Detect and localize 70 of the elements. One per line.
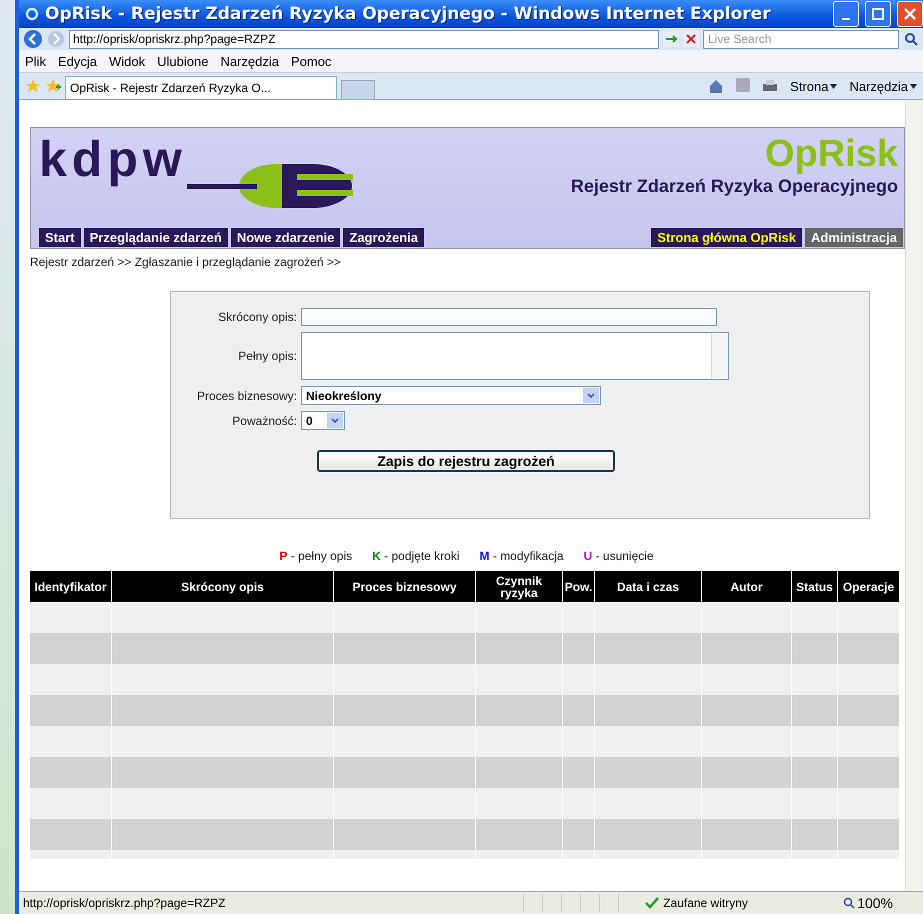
- app-subtitle: Rejestr Zdarzeń Ryzyka Operacyjnego: [570, 176, 898, 197]
- nav-link[interactable]: Nowe zdarzenie: [230, 228, 340, 247]
- nav-link[interactable]: Administracja: [805, 228, 903, 247]
- column-header: Pow.: [563, 571, 595, 602]
- column-header: Identyfikator: [30, 571, 112, 602]
- browser-logo-icon: [25, 7, 39, 21]
- browser-tab[interactable]: OpRisk - Rejestr Zdarzeń Ryzyka O...: [65, 76, 337, 99]
- tools-menu-button[interactable]: Narzędzia: [849, 78, 917, 94]
- refresh-icon[interactable]: [663, 31, 679, 47]
- breadcrumb: Rejestr zdarzeń >> Zgłaszanie i przeglądanie zagrożeń >>: [30, 254, 342, 269]
- column-header: Autor: [702, 571, 792, 602]
- page-menu-button[interactable]: Strona: [790, 78, 838, 94]
- window-title: OpRisk - Rejestr Zdarzeń Ryzyka Operacyjnego - Windows Internet Explorer: [45, 4, 772, 24]
- short-description-field[interactable]: [301, 308, 717, 326]
- add-favorite-icon[interactable]: [45, 78, 61, 94]
- legend-item: U - usunięcie: [584, 549, 654, 563]
- caret-icon: [331, 418, 339, 424]
- process-dropdown[interactable]: Nieokreślony: [301, 386, 601, 405]
- security-zone: Zaufane witryny: [662, 896, 749, 910]
- maximize-button[interactable]: [865, 1, 891, 27]
- nav-link[interactable]: Zagrożenia: [343, 228, 424, 247]
- column-header: Data i czas: [595, 571, 702, 602]
- column-header: Operacje: [838, 571, 900, 602]
- full-description-field[interactable]: [301, 332, 729, 380]
- scrollbar[interactable]: [905, 100, 923, 891]
- star-icon[interactable]: [25, 78, 41, 94]
- close-button[interactable]: [897, 1, 923, 27]
- caret-icon: [830, 84, 838, 88]
- menu-item[interactable]: Edycja: [58, 54, 97, 68]
- stop-icon[interactable]: [683, 31, 699, 47]
- close-icon: [904, 8, 916, 20]
- site-logo: kdpw: [39, 134, 187, 184]
- printer-icon[interactable]: [762, 78, 778, 94]
- menu-item[interactable]: Widok: [108, 54, 146, 68]
- nav-link[interactable]: Start: [39, 228, 81, 247]
- column-header: Czynnik ryzyka: [476, 571, 563, 602]
- address-field[interactable]: http://oprisk/opriskrz.php?page=RZPZ: [69, 30, 659, 48]
- minimize-icon: [842, 18, 850, 20]
- caret-icon: [587, 392, 595, 398]
- zoom-level[interactable]: 100%: [855, 895, 923, 911]
- caret-icon: [910, 84, 917, 88]
- zoom-icon: [843, 897, 856, 909]
- home-icon[interactable]: [708, 78, 724, 94]
- field-label: Pełny opis:: [237, 349, 297, 363]
- forward-icon[interactable]: [47, 30, 65, 48]
- column-header: Status: [792, 571, 838, 602]
- check-icon: [645, 897, 660, 909]
- field-label: Proces biznesowy:: [196, 388, 297, 402]
- field-label: Poważność:: [231, 414, 297, 428]
- minimize-button[interactable]: [833, 1, 859, 27]
- back-icon[interactable]: [23, 29, 43, 49]
- status-text: http://oprisk/opriskrz.php?page=RZPZ: [22, 896, 226, 910]
- legend-item: M - modyfikacja: [480, 549, 564, 563]
- column-header: Proces biznesowy: [334, 571, 476, 602]
- new-tab-button[interactable]: [341, 80, 375, 99]
- app-name: OpRisk: [764, 134, 898, 176]
- maximize-icon: [872, 8, 884, 20]
- menu-item[interactable]: Plik: [25, 54, 46, 68]
- field-label: Skrócony opis:: [217, 310, 297, 324]
- legend-item: K - podjęte kroki: [372, 549, 460, 563]
- column-header: Skrócony opis: [112, 571, 334, 602]
- menu-item[interactable]: Narzędzia: [220, 54, 279, 68]
- menu-item[interactable]: Ulubione: [157, 54, 208, 68]
- menu-item[interactable]: Pomoc: [290, 54, 332, 68]
- legend-item: P - pełny opis: [279, 549, 352, 563]
- nav-link[interactable]: Przeglądanie zdarzeń: [84, 228, 228, 247]
- nav-link[interactable]: Strona główna OpRisk: [651, 228, 802, 247]
- search-icon[interactable]: [903, 31, 919, 47]
- severity-dropdown[interactable]: 0: [301, 411, 345, 430]
- save-button[interactable]: Zapis do rejestru zagrożeń: [317, 450, 615, 472]
